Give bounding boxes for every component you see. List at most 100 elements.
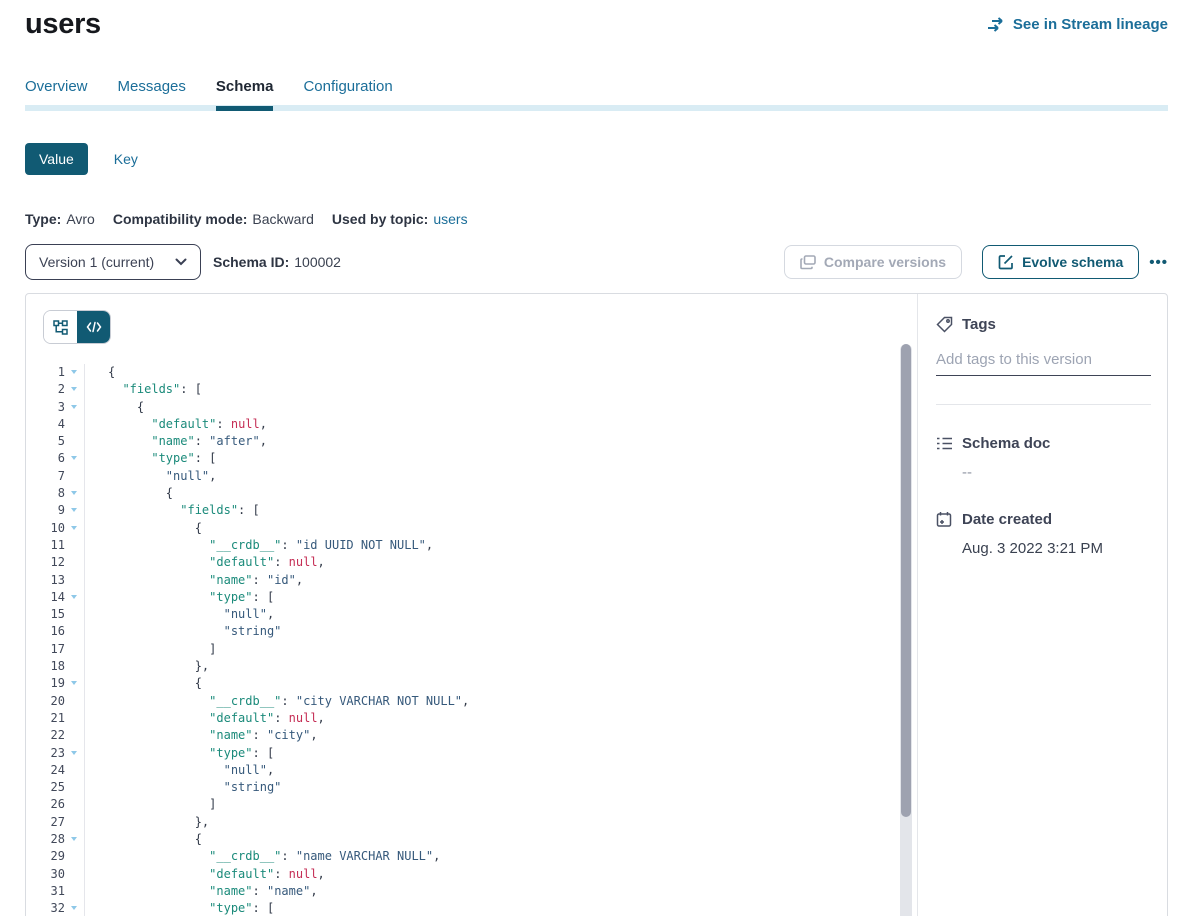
fold-toggle[interactable]: [65, 831, 85, 848]
chevron-down-icon: [175, 258, 187, 266]
code-line: 21 "default": null,: [26, 710, 917, 727]
fold-gutter: [65, 554, 85, 571]
key-tab-link[interactable]: Key: [114, 151, 138, 167]
compare-versions-button[interactable]: Compare versions: [784, 245, 962, 279]
schema-meta-row: Type:AvroCompatibility mode:BackwardUsed…: [25, 211, 1168, 227]
fold-arrow-icon: [71, 405, 77, 409]
fold-gutter: [65, 416, 85, 433]
code-line: 28 {: [26, 831, 917, 848]
schema-code-editor[interactable]: 1{2 "fields": [3 {4 "default": null,5 "n…: [26, 364, 917, 916]
line-number: 20: [26, 693, 65, 710]
code-line: 7 "null",: [26, 468, 917, 485]
line-number: 2: [26, 381, 65, 398]
code-line: 31 "name": "name",: [26, 883, 917, 900]
fold-arrow-icon: [71, 456, 77, 460]
value-tab-button[interactable]: Value: [25, 143, 88, 175]
line-number: 17: [26, 641, 65, 658]
code-text: "fields": [: [85, 502, 917, 519]
fold-toggle[interactable]: [65, 745, 85, 762]
tab-overview[interactable]: Overview: [25, 78, 88, 111]
fold-gutter: [65, 796, 85, 813]
version-toolbar: Version 1 (current) Schema ID: 100002 Co…: [25, 244, 1168, 280]
fold-arrow-icon: [71, 526, 77, 530]
line-number: 14: [26, 589, 65, 606]
code-text: "__crdb__": "id UUID NOT NULL",: [85, 537, 917, 554]
version-select[interactable]: Version 1 (current): [25, 244, 201, 280]
fold-arrow-icon: [71, 906, 77, 910]
line-number: 11: [26, 537, 65, 554]
code-line: 18 },: [26, 658, 917, 675]
line-number: 12: [26, 554, 65, 571]
editor-view-toggle: [43, 310, 111, 344]
copy-versions-icon: [800, 255, 816, 270]
fold-toggle[interactable]: [65, 364, 85, 381]
line-number: 28: [26, 831, 65, 848]
code-text: "type": [: [85, 900, 917, 916]
tab-configuration[interactable]: Configuration: [303, 78, 392, 111]
schema-doc-value: --: [962, 464, 1151, 481]
schema-id-label: Schema ID:: [213, 254, 289, 270]
code-text: "default": null,: [85, 416, 917, 433]
fold-gutter: [65, 623, 85, 640]
fold-toggle[interactable]: [65, 589, 85, 606]
stream-lineage-label: See in Stream lineage: [1013, 16, 1168, 33]
line-number: 21: [26, 710, 65, 727]
fold-arrow-icon: [71, 837, 77, 841]
fold-toggle[interactable]: [65, 900, 85, 916]
code-text: "name": "city",: [85, 727, 917, 744]
editor-scrollbar[interactable]: [900, 344, 912, 916]
sidebar-divider: [936, 404, 1151, 405]
fold-toggle[interactable]: [65, 399, 85, 416]
code-line: 29 "__crdb__": "name VARCHAR NULL",: [26, 848, 917, 865]
line-number: 24: [26, 762, 65, 779]
meta-item: Type:Avro: [25, 211, 95, 227]
code-text: "string": [85, 623, 917, 640]
line-number: 30: [26, 866, 65, 883]
tags-heading: Tags: [936, 316, 1151, 333]
fold-gutter: [65, 883, 85, 900]
fold-toggle[interactable]: [65, 381, 85, 398]
code-line: 16 "string": [26, 623, 917, 640]
code-line: 8 {: [26, 485, 917, 502]
tab-schema[interactable]: Schema: [216, 78, 274, 111]
fold-toggle[interactable]: [65, 520, 85, 537]
tree-view-icon: [53, 320, 68, 335]
line-number: 19: [26, 675, 65, 692]
fold-arrow-icon: [71, 681, 77, 685]
page-header: users See in Stream lineage: [25, 0, 1168, 41]
code-text: "null",: [85, 606, 917, 623]
add-tags-input[interactable]: [936, 349, 1151, 376]
code-line: 9 "fields": [: [26, 502, 917, 519]
meta-label: Type:: [25, 211, 61, 227]
schema-sidebar: Tags Schema doc --: [917, 294, 1167, 916]
code-text: "name": "name",: [85, 883, 917, 900]
evolve-schema-button[interactable]: Evolve schema: [982, 245, 1139, 279]
code-line: 27 },: [26, 814, 917, 831]
line-number: 6: [26, 450, 65, 467]
code-view-button[interactable]: [77, 311, 110, 343]
tab-messages[interactable]: Messages: [118, 78, 186, 111]
stream-lineage-link[interactable]: See in Stream lineage: [987, 16, 1168, 33]
schema-doc-section: Schema doc --: [936, 435, 1151, 481]
fold-arrow-icon: [71, 370, 77, 374]
meta-label: Compatibility mode:: [113, 211, 248, 227]
line-number: 9: [26, 502, 65, 519]
tree-view-button[interactable]: [44, 311, 77, 343]
fold-gutter: [65, 606, 85, 623]
fold-gutter: [65, 433, 85, 450]
meta-value-link[interactable]: users: [433, 211, 467, 227]
tab-underline-track: [25, 105, 1168, 111]
more-actions-button[interactable]: •••: [1149, 254, 1168, 271]
editor-scrollbar-thumb[interactable]: [901, 344, 911, 817]
line-number: 31: [26, 883, 65, 900]
code-line: 30 "default": null,: [26, 866, 917, 883]
code-text: "__crdb__": "name VARCHAR NULL",: [85, 848, 917, 865]
fold-gutter: [65, 762, 85, 779]
fold-gutter: [65, 468, 85, 485]
fold-toggle[interactable]: [65, 450, 85, 467]
fold-toggle[interactable]: [65, 485, 85, 502]
fold-toggle[interactable]: [65, 502, 85, 519]
code-text: },: [85, 814, 917, 831]
fold-toggle[interactable]: [65, 675, 85, 692]
code-line: 3 {: [26, 399, 917, 416]
